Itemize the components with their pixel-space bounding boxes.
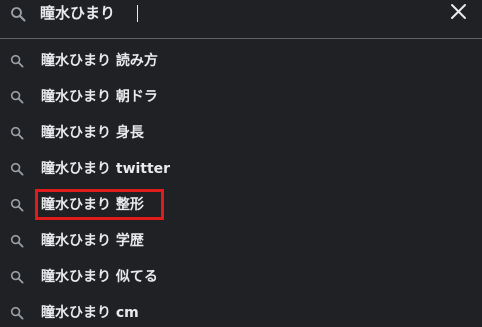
suggestion-item[interactable]: 瞳水ひまり 身長 bbox=[0, 115, 482, 151]
close-icon bbox=[451, 4, 466, 19]
search-bar: 瞳水ひまり bbox=[0, 0, 482, 36]
suggestion-list: 瞳水ひまり 読み方 瞳水ひまり 朝ドラ 瞳水ひまり 身長 瞳水ひまり twitt… bbox=[0, 43, 482, 327]
suggestion-label: 瞳水ひまり 読み方 bbox=[41, 53, 158, 69]
search-icon bbox=[10, 306, 24, 320]
search-icon bbox=[10, 54, 24, 68]
suggestion-item[interactable]: 瞳水ひまり 似てる bbox=[0, 259, 482, 295]
text-caret bbox=[137, 5, 138, 22]
suggestion-label: 瞳水ひまり 似てる bbox=[41, 269, 158, 285]
search-icon bbox=[10, 126, 24, 140]
search-icon bbox=[10, 90, 24, 104]
search-icon bbox=[11, 7, 26, 22]
suggestion-item[interactable]: 瞳水ひまり 朝ドラ bbox=[0, 79, 482, 115]
suggestion-label: 瞳水ひまり 身長 bbox=[41, 125, 144, 141]
search-icon bbox=[10, 270, 24, 284]
suggestion-label: 瞳水ひまり cm bbox=[41, 305, 139, 321]
search-input[interactable]: 瞳水ひまり bbox=[40, 3, 115, 23]
search-divider bbox=[0, 38, 482, 39]
suggestion-label: 瞳水ひまり twitter bbox=[41, 161, 171, 177]
suggestion-item[interactable]: 瞳水ひまり 整形 bbox=[0, 187, 482, 223]
clear-search-button[interactable] bbox=[446, 0, 472, 26]
suggestion-label: 瞳水ひまり 学歴 bbox=[41, 233, 144, 249]
suggestion-item[interactable]: 瞳水ひまり twitter bbox=[0, 151, 482, 187]
suggestion-item[interactable]: 瞳水ひまり 読み方 bbox=[0, 43, 482, 79]
suggestion-item[interactable]: 瞳水ひまり 学歴 bbox=[0, 223, 482, 259]
suggestion-item[interactable]: 瞳水ひまり cm bbox=[0, 295, 482, 327]
suggestion-label: 瞳水ひまり 朝ドラ bbox=[41, 89, 158, 105]
search-icon bbox=[10, 198, 24, 212]
search-icon bbox=[10, 234, 24, 248]
search-icon bbox=[10, 162, 24, 176]
suggestion-label: 瞳水ひまり 整形 bbox=[41, 197, 144, 213]
